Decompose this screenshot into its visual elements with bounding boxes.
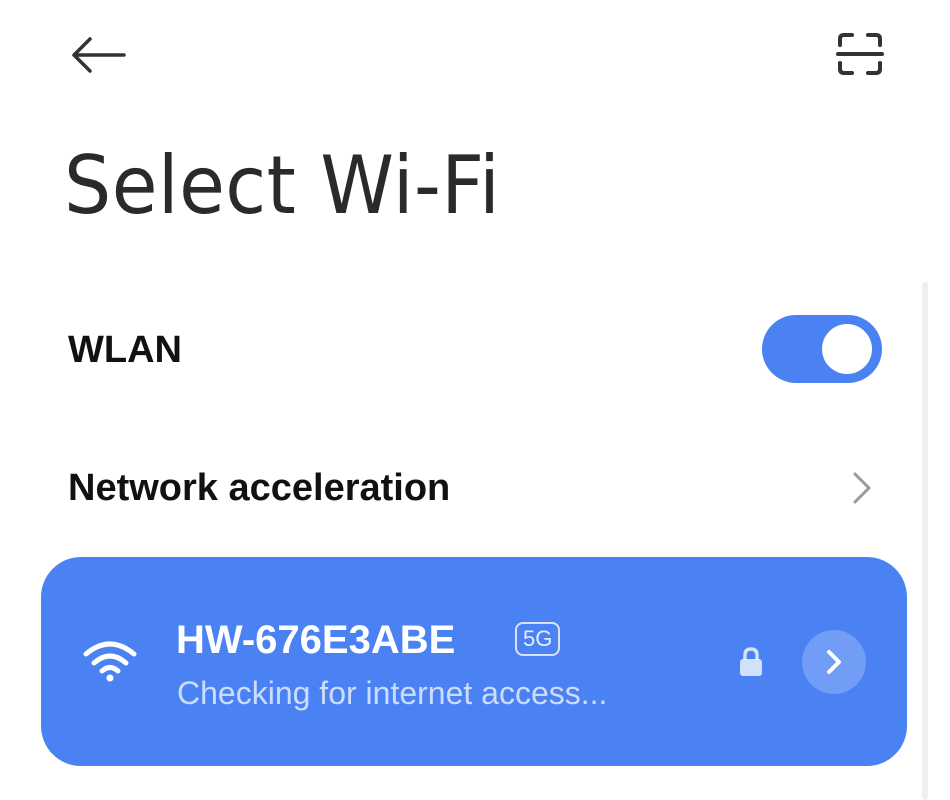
lock-icon [740, 647, 762, 676]
page-title: Select Wi-Fi [64, 139, 501, 232]
qr-scan-button[interactable] [825, 22, 895, 86]
wifi-settings-page: Select Wi-Fi WLAN Network acceleration H… [0, 0, 950, 800]
network-acceleration-label: Network acceleration [68, 466, 451, 509]
connected-network-card[interactable] [41, 557, 907, 766]
back-button[interactable] [60, 25, 136, 85]
scrollbar[interactable] [922, 282, 928, 800]
network-acceleration-row[interactable]: Network acceleration [68, 448, 882, 528]
wlan-toggle[interactable] [762, 315, 882, 383]
wlan-row[interactable]: WLAN [68, 310, 882, 390]
arrow-left-icon [72, 37, 126, 73]
toggle-knob [822, 324, 872, 374]
network-details-button[interactable] [802, 630, 866, 694]
wifi-icon [83, 641, 137, 682]
network-status: Checking for internet access... [177, 675, 608, 711]
chevron-right-icon [842, 468, 882, 508]
band-badge: 5G [515, 622, 561, 656]
chevron-right-icon [827, 650, 841, 674]
network-ssid: HW-676E3ABE [176, 618, 456, 662]
wlan-label: WLAN [68, 328, 182, 371]
qr-scan-icon [836, 33, 884, 75]
